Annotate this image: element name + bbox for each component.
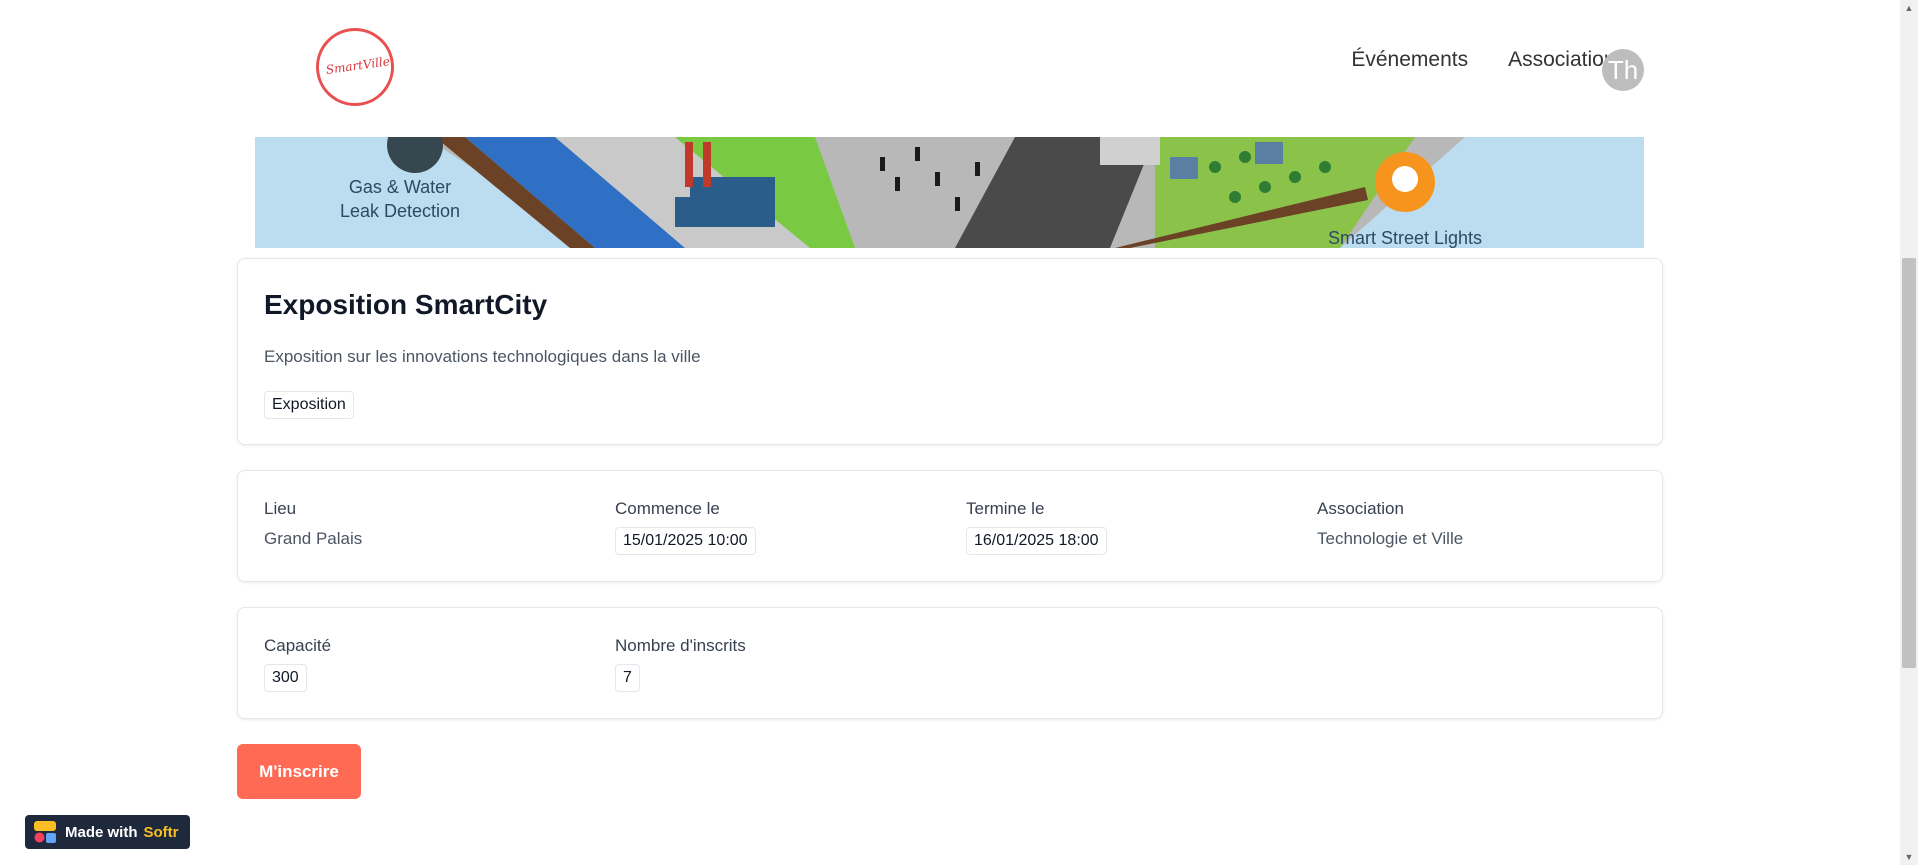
smart-city-illustration: Gas & Water Leak Detection Smart Street …: [255, 137, 1644, 248]
field-lieu: Lieu Grand Palais: [264, 499, 362, 549]
field-capacity: Capacité 300: [264, 636, 331, 692]
event-title: Exposition SmartCity: [264, 289, 548, 320]
association-label: Association: [1317, 499, 1404, 518]
lieu-label: Lieu: [264, 499, 297, 518]
softr-logo-icon: [34, 821, 56, 843]
event-details-card: Lieu Grand Palais Commence le 15/01/2025…: [237, 470, 1663, 582]
start-date-label: Commence le: [615, 499, 720, 518]
start-date-value: 15/01/2025 10:00: [615, 527, 756, 555]
field-start-date: Commence le 15/01/2025 10:00: [615, 499, 756, 555]
registered-label: Nombre d'inscrits: [615, 636, 746, 655]
site-logo[interactable]: SmartVille: [310, 22, 400, 112]
field-association: Association Technologie et Ville: [1317, 499, 1463, 549]
event-stats-card: Capacité 300 Nombre d'inscrits 7: [237, 607, 1663, 719]
banner-caption-line2: Leak Detection: [340, 201, 460, 221]
association-value: Technologie et Ville: [1317, 529, 1464, 548]
field-registered: Nombre d'inscrits 7: [615, 636, 746, 692]
banner-caption-line1: Gas & Water: [349, 177, 451, 197]
event-category-tag: Exposition: [264, 391, 354, 419]
logo-text: SmartVille: [324, 54, 391, 78]
user-avatar[interactable]: Th: [1602, 49, 1644, 91]
end-date-label: Termine le: [966, 499, 1045, 518]
made-with-text: Made with: [65, 823, 138, 841]
event-description: Exposition sur les innovations technolog…: [264, 347, 701, 366]
event-banner-image: Gas & Water Leak Detection Smart Street …: [255, 137, 1644, 248]
scroll-up-arrow-icon[interactable]: ▲: [1900, 0, 1918, 16]
nav-link-evenements[interactable]: Événements: [1351, 48, 1468, 72]
end-date-value: 16/01/2025 18:00: [966, 527, 1107, 555]
capacity-label: Capacité: [264, 636, 332, 655]
register-button[interactable]: M'inscrire: [237, 744, 361, 799]
field-end-date: Termine le 16/01/2025 18:00: [966, 499, 1107, 555]
scrollbar-thumb[interactable]: [1902, 258, 1916, 668]
scroll-down-arrow-icon[interactable]: ▼: [1900, 849, 1918, 865]
header: SmartVille Événements Associations Th: [0, 0, 1900, 137]
main-nav: Événements Associations: [1351, 48, 1626, 72]
lieu-value: Grand Palais: [264, 529, 363, 548]
registered-value: 7: [615, 664, 640, 692]
made-with-softr-badge[interactable]: Made with Softr: [25, 815, 190, 849]
capacity-value: 300: [264, 664, 307, 692]
softr-brand-text: Softr: [143, 823, 179, 841]
event-summary-card: Exposition SmartCity Exposition sur les …: [237, 258, 1663, 445]
banner-caption-right: Smart Street Lights: [1328, 228, 1482, 248]
